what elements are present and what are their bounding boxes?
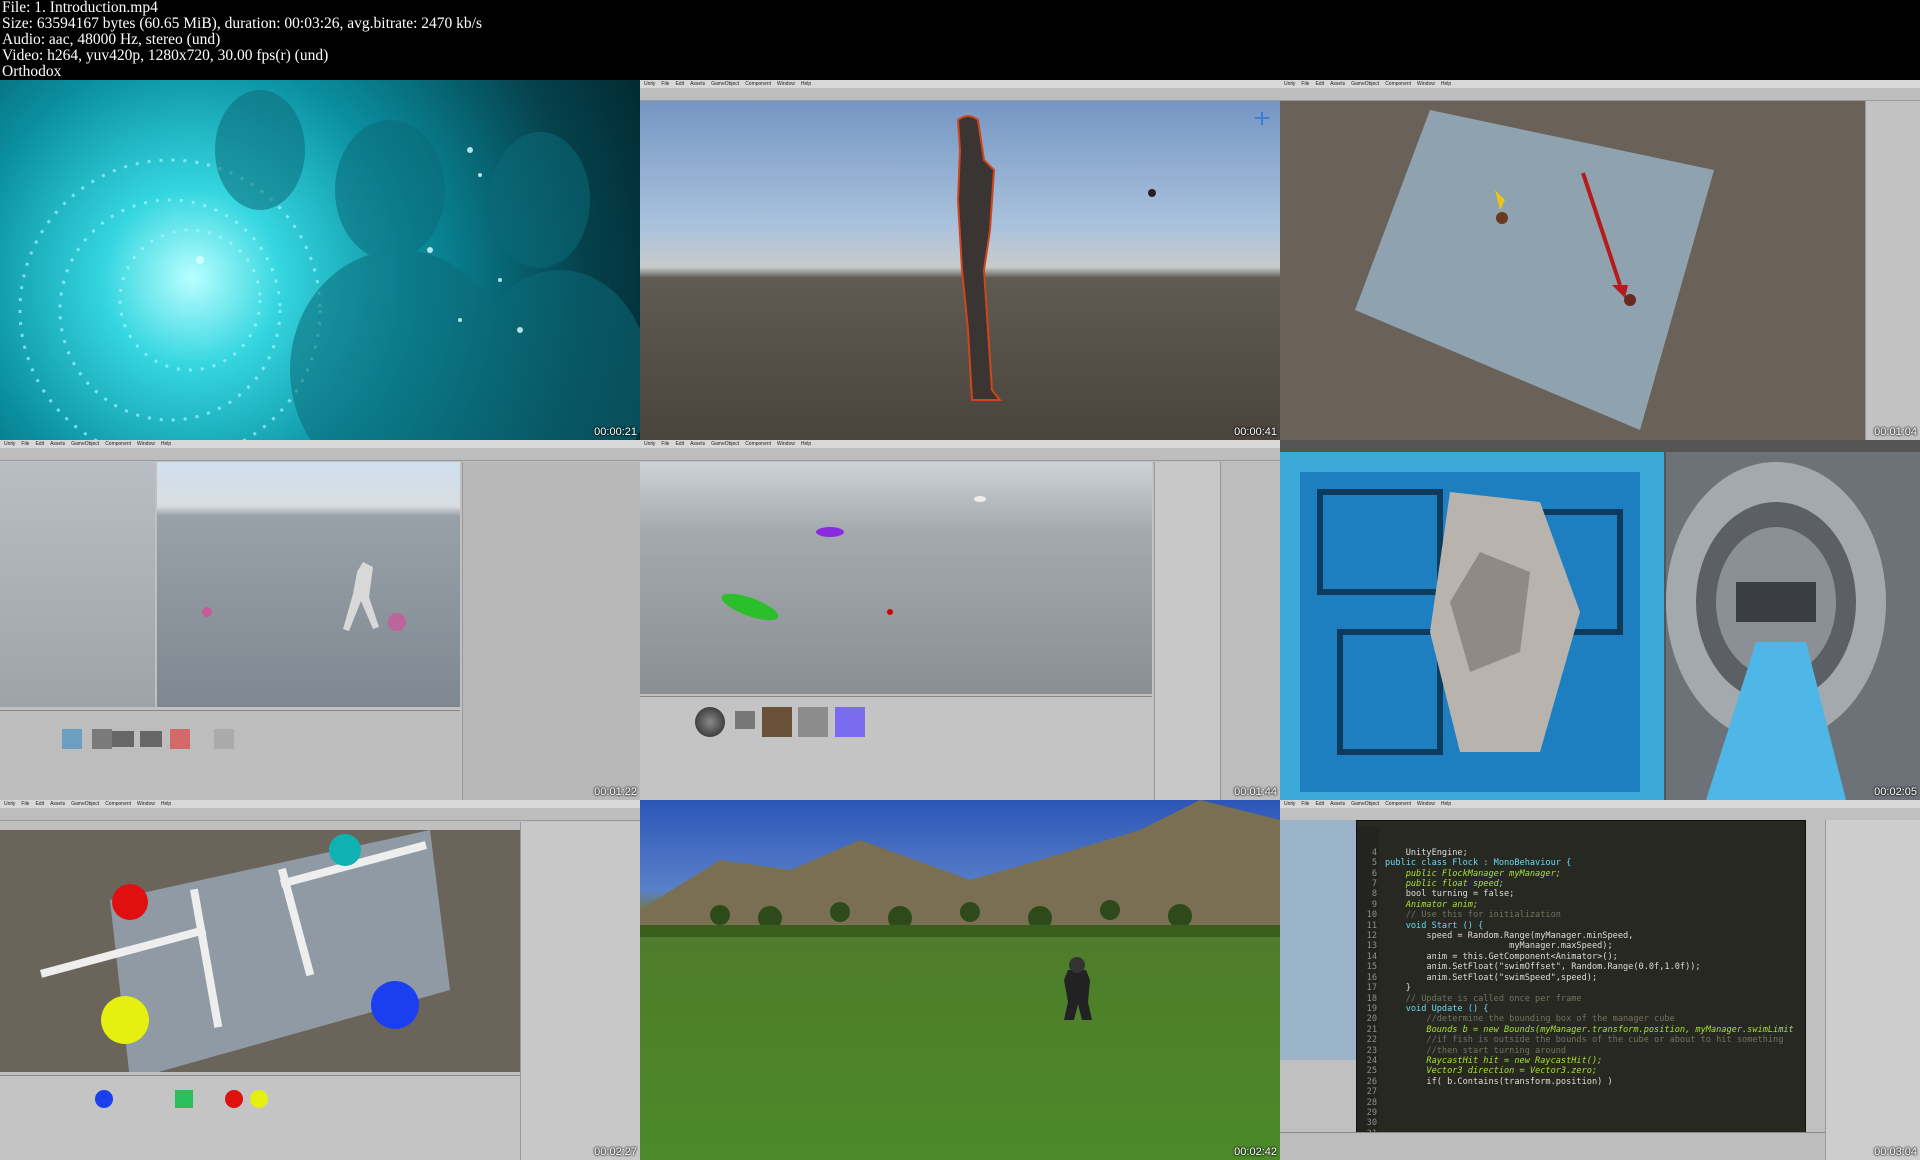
- thumbnail-5[interactable]: Unity File Edit Assets GameObject Component Wi…: [640, 440, 1280, 800]
- timestamp: 00:03:04: [1874, 1146, 1917, 1158]
- file-name: File: 1. Introduction.mp4: [2, 0, 158, 16]
- game-view[interactable]: [157, 462, 460, 707]
- project-panel: [0, 1075, 520, 1160]
- timestamp: 00:02:42: [1234, 1146, 1277, 1158]
- hierarchy-panel: [1154, 462, 1221, 800]
- thumbnail-grid: 00:00:21 Unity File Edit Assets GameObject Co…: [0, 80, 1920, 1160]
- character-scene: [956, 112, 1269, 401]
- timestamp: 00:01:04: [1874, 426, 1917, 438]
- inspector-panel: [1825, 820, 1920, 1160]
- timestamp: 00:00:41: [1234, 426, 1277, 438]
- video-info: Video: h264, yuv420p, 1280x720, 30.00 fp…: [2, 47, 329, 64]
- code-editor-window[interactable]: 4 5 6 7 8 9 10 11 12 13 14 15 16 17 18 19 20 21 22 23 24 25 26…: [1356, 820, 1806, 1149]
- unity-toolbar: [0, 808, 640, 821]
- author-name: Orthodox: [2, 63, 62, 80]
- inspector-panel: [1220, 462, 1280, 800]
- scene-view[interactable]: [0, 830, 520, 1080]
- unity-menu-bar: Unity File Edit Assets GameObject Component Wi…: [1280, 800, 1920, 808]
- inspector-panel: [1865, 101, 1920, 440]
- file-size-info: Size: 63594167 bytes (60.65 MiB), durati…: [2, 15, 483, 32]
- terrain-scene: [640, 800, 1280, 1020]
- code-text[interactable]: UnityEngine; public class Flock : MonoBeh…: [1385, 827, 1801, 1108]
- thumbnail-1[interactable]: 00:00:21: [0, 80, 640, 440]
- unity-toolbar: [0, 448, 640, 461]
- thumbnail-3[interactable]: Unity File Edit Assets GameObject Component Wi…: [1280, 80, 1920, 440]
- flock-scene: [40, 830, 450, 1080]
- hierarchy-panel: [520, 822, 640, 1160]
- background-scene: [1280, 820, 1360, 1060]
- timestamp: 00:00:21: [594, 426, 637, 438]
- thumbnail-4[interactable]: Unity File Edit Assets GameObject Component Wi…: [0, 440, 640, 800]
- audio-info: Audio: aac, 48000 Hz, stereo (und): [2, 31, 221, 48]
- scene-view[interactable]: [640, 462, 1152, 694]
- unity-toolbar: [640, 448, 1280, 461]
- tunnel-view: [1666, 462, 1886, 800]
- timestamp: 00:02:27: [594, 1146, 637, 1158]
- abstract-figures-art: [18, 90, 640, 440]
- game-view[interactable]: [1666, 452, 1920, 800]
- thumbnail-8[interactable]: 00:02:42: [640, 800, 1280, 1160]
- cars-scene: [721, 496, 986, 621]
- scene-view[interactable]: [1280, 452, 1664, 800]
- thumbnail-7[interactable]: Unity File Edit Assets GameObject Component Wi…: [0, 800, 640, 1160]
- timestamp: 00:01:44: [1234, 786, 1277, 798]
- inspector-panel: [462, 462, 640, 800]
- project-panel: [640, 696, 1152, 800]
- level-overview: [1300, 472, 1640, 792]
- plane-scene: [1355, 110, 1714, 430]
- scene-view[interactable]: [0, 462, 155, 707]
- timestamp: 00:02:05: [1874, 786, 1917, 798]
- timestamp: 00:01:22: [594, 786, 637, 798]
- video-info-header: File: 1. Introduction.mp4 Size: 63594167…: [0, 0, 1920, 80]
- unity-menu-bar: Unity File Edit Assets GameObject Component Wi…: [0, 440, 640, 448]
- thumbnail-9[interactable]: Unity File Edit Assets GameObject Component Wi…: [1280, 800, 1920, 1160]
- thumbnail-2[interactable]: Unity File Edit Assets GameObject Component Wi…: [640, 80, 1280, 440]
- unity-menu-bar: Unity File Edit Assets GameObject Component Wi…: [640, 440, 1280, 448]
- project-panel: [1280, 1132, 1825, 1160]
- thumbnail-6[interactable]: 00:02:05: [1280, 440, 1920, 800]
- unity-menu-bar: Unity File Edit Assets GameObject Component Wi…: [0, 800, 640, 808]
- editor-gutter: 4 5 6 7 8 9 10 11 12 13 14 15 16 17 18 19 20 21 22 23 24 25 26…: [1357, 827, 1379, 1149]
- project-panel: [0, 710, 460, 800]
- character-running: [202, 562, 406, 631]
